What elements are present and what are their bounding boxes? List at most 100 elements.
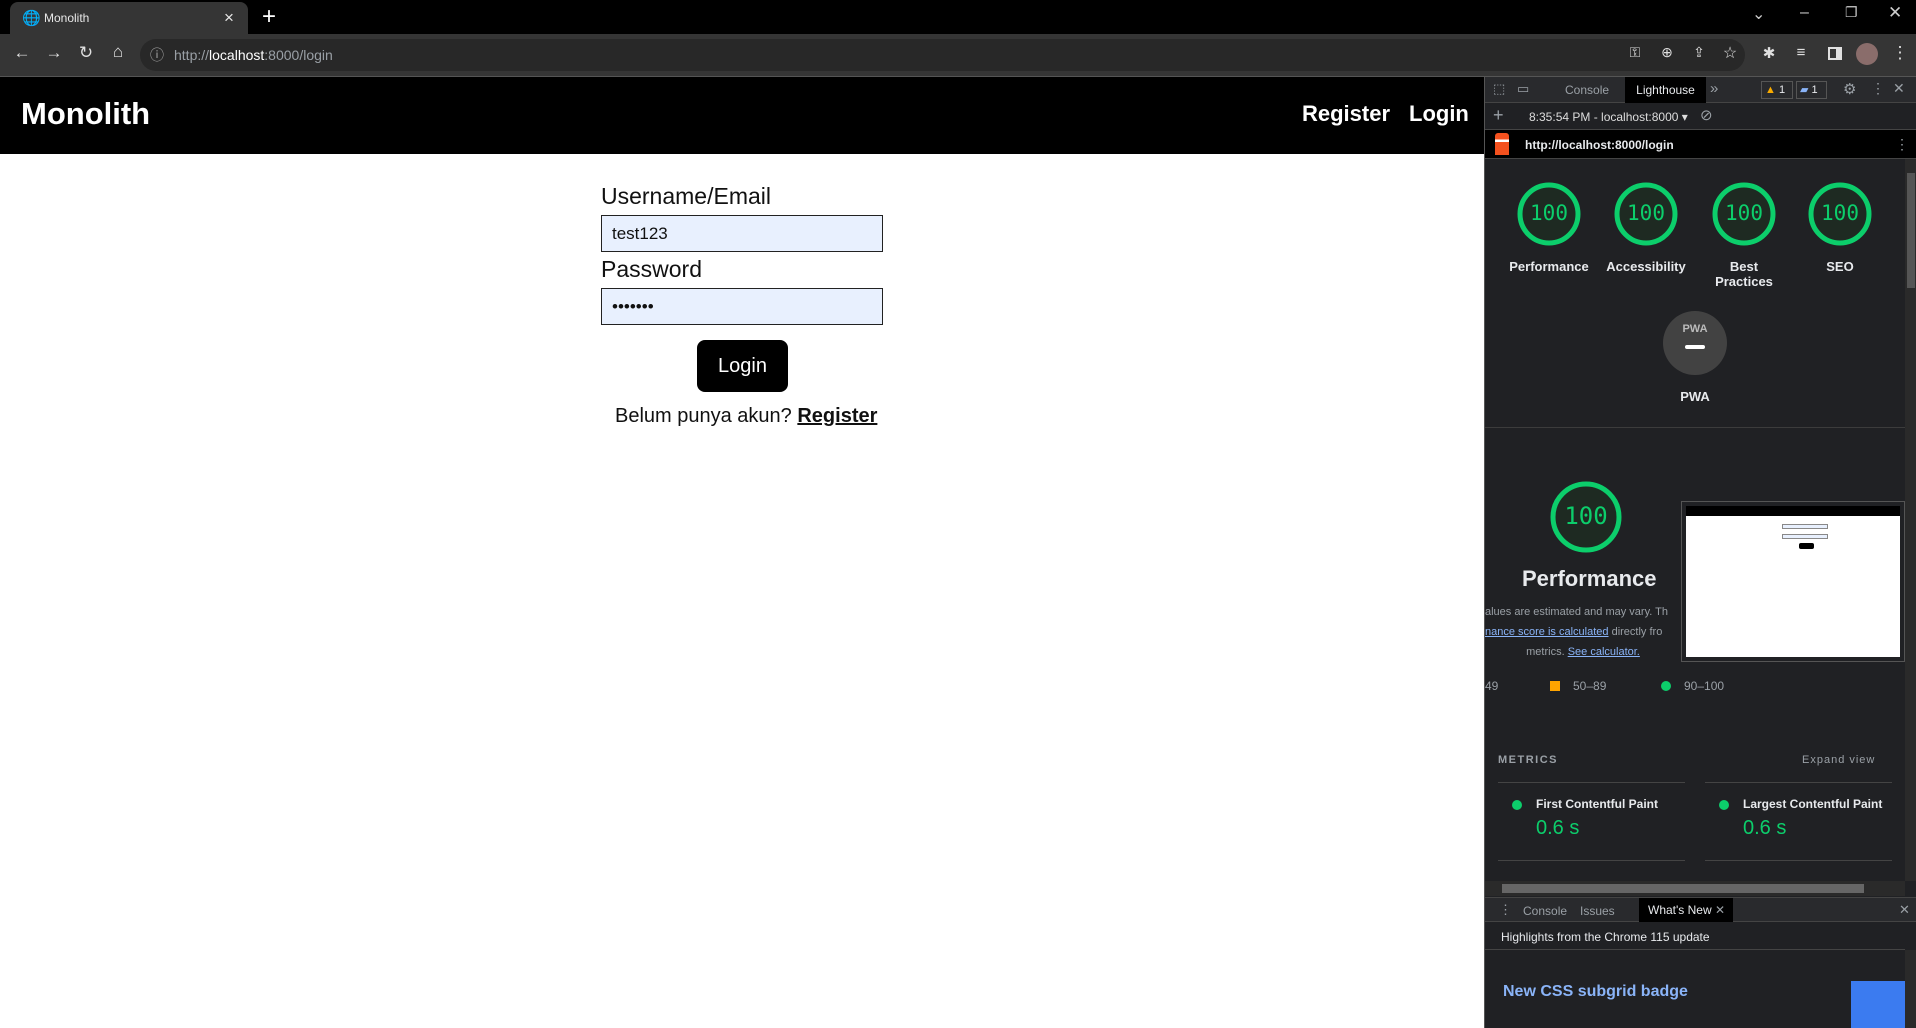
reload-icon[interactable]: ↻ <box>74 43 98 63</box>
expand-view-toggle[interactable]: Expand view <box>1802 754 1875 766</box>
report-selector[interactable]: 8:35:54 PM - localhost:8000 ▾ <box>1529 110 1688 124</box>
site-navbar: Monolith Register Login <box>0 77 1484 154</box>
forward-icon[interactable]: → <box>42 43 66 63</box>
whats-new-image <box>1851 981 1905 1028</box>
divider <box>1485 427 1905 428</box>
horizontal-scrollbar[interactable] <box>1485 881 1905 896</box>
address-bar[interactable]: ⓘ http://localhost:8000/login ⚿ ⊕ ⇪ ☆ <box>140 39 1745 71</box>
pass-dot-icon <box>1661 681 1671 691</box>
key-icon[interactable]: ⚿ <box>1623 44 1647 61</box>
score-label: Accessibility <box>1606 259 1686 274</box>
whats-new-heading[interactable]: New CSS subgrid badge <box>1503 983 1688 1001</box>
see-calculator-link[interactable]: See calculator. <box>1568 646 1640 658</box>
performance-title: Performance <box>1522 566 1657 591</box>
metric-label: Largest Contentful Paint <box>1743 797 1883 811</box>
devtools-tab-console[interactable]: Console <box>1565 83 1609 97</box>
pass-dot-icon <box>1512 800 1522 810</box>
score-value: 100 <box>1530 201 1568 225</box>
share-icon[interactable]: ⇪ <box>1687 44 1711 61</box>
tab-search-icon[interactable]: ⌄ <box>1752 4 1765 24</box>
inspect-icon[interactable]: ⬚ <box>1493 81 1505 97</box>
score-gauge[interactable]: 100 <box>1613 181 1679 247</box>
vertical-scrollbar[interactable] <box>1905 159 1916 881</box>
browser-tab-strip: 🌐 Monolith × + ⌄ – ❐ ✕ <box>0 0 1916 34</box>
settings-icon[interactable]: ⚙ <box>1843 80 1856 98</box>
site-brand[interactable]: Monolith <box>21 96 150 132</box>
register-prompt: Belum punya akun? Register <box>615 405 877 428</box>
score-gauge[interactable]: 100 <box>1711 181 1777 247</box>
star-icon[interactable]: ☆ <box>1718 43 1742 63</box>
prompt-text: Belum punya akun? <box>615 405 792 427</box>
report-menu-icon[interactable]: ⋮ <box>1895 136 1909 153</box>
username-input[interactable]: test123 <box>601 215 883 252</box>
close-window-icon[interactable]: ✕ <box>1888 3 1902 23</box>
url-text: http://localhost:8000/login <box>174 47 333 63</box>
browser-toolbar: ← → ↻ ⌂ ⓘ http://localhost:8000/login ⚿ … <box>0 34 1916 77</box>
info-icon: ⓘ <box>150 47 164 63</box>
minimize-icon[interactable]: – <box>1800 4 1809 22</box>
average-square-icon <box>1550 681 1560 691</box>
nav-register-link[interactable]: Register <box>1302 101 1390 127</box>
drawer-tab-whats-new[interactable]: What's New ✕ <box>1639 898 1733 922</box>
login-button[interactable]: Login <box>697 340 788 392</box>
devtools-panel: ⬚ ▭ Console Lighthouse » ▲ 1 ▰ 1 ⚙ ⋮ ✕ +… <box>1484 77 1916 1028</box>
side-panel-icon[interactable] <box>1828 47 1842 60</box>
device-toolbar-icon[interactable]: ▭ <box>1517 81 1529 97</box>
avatar[interactable] <box>1856 43 1878 65</box>
tab-close-icon[interactable]: × <box>224 8 234 28</box>
performance-description: alues are estimated and may vary. Th nan… <box>1485 606 1669 658</box>
more-tabs-icon[interactable]: » <box>1710 80 1718 97</box>
messages-badge[interactable]: ▰ 1 <box>1796 81 1827 99</box>
performance-big-score: 100 <box>1564 502 1608 530</box>
pwa-badge-text: PWA <box>1682 323 1708 335</box>
metric-label: First Contentful Paint <box>1536 797 1658 811</box>
legend-fail: 49 <box>1485 679 1499 693</box>
divider <box>1705 860 1892 861</box>
lighthouse-toolbar: + 8:35:54 PM - localhost:8000 ▾ ⊘ <box>1485 103 1916 130</box>
metric-value: 0.6 s <box>1536 817 1580 839</box>
register-link[interactable]: Register <box>797 405 877 427</box>
score-gauge[interactable]: 100 <box>1807 181 1873 247</box>
devtools-tab-lighthouse[interactable]: Lighthouse <box>1625 77 1706 103</box>
new-report-icon[interactable]: + <box>1493 105 1504 126</box>
score-label: SEO <box>1826 259 1854 274</box>
devtools-menu-icon[interactable]: ⋮ <box>1871 80 1885 97</box>
media-icon[interactable]: ≡ <box>1789 44 1813 61</box>
web-page: Monolith Register Login Username/Email t… <box>0 77 1484 1028</box>
new-tab-button[interactable]: + <box>262 3 276 31</box>
legend-average: 50–89 <box>1573 679 1607 693</box>
back-icon[interactable]: ← <box>10 43 34 63</box>
drawer-tab-console[interactable]: Console <box>1523 904 1567 918</box>
metric-value: 0.6 s <box>1743 817 1787 839</box>
drawer-tab-issues[interactable]: Issues <box>1580 904 1615 918</box>
pwa-label: PWA <box>1680 389 1710 404</box>
browser-tab[interactable]: 🌐 Monolith × <box>10 2 248 34</box>
clear-icon[interactable]: ⊘ <box>1700 106 1713 124</box>
extensions-icon[interactable]: ✱ <box>1757 44 1781 62</box>
score-gauge[interactable]: 100 <box>1516 181 1582 247</box>
legend-pass: 90–100 <box>1684 679 1725 693</box>
password-label: Password <box>601 256 702 282</box>
drawer-close-icon[interactable]: ✕ <box>1899 902 1910 918</box>
drawer-menu-icon[interactable]: ⋮ <box>1499 902 1512 918</box>
restore-icon[interactable]: ❐ <box>1845 4 1858 21</box>
username-label: Username/Email <box>601 183 771 209</box>
score-value: 100 <box>1627 201 1665 225</box>
home-icon[interactable]: ⌂ <box>106 42 130 62</box>
whats-new-highlight: Highlights from the Chrome 115 update <box>1485 922 1905 950</box>
devtools-close-icon[interactable]: ✕ <box>1893 80 1905 97</box>
warnings-badge[interactable]: ▲ 1 <box>1761 81 1793 99</box>
score-label: Best Practices <box>1715 259 1773 289</box>
divider <box>1498 782 1685 783</box>
score-calculated-link[interactable]: nance score is calculated <box>1485 626 1609 638</box>
pwa-badge[interactable]: PWA <box>1663 311 1727 375</box>
globe-icon: 🌐 <box>22 10 41 27</box>
devtools-tabbar: ⬚ ▭ Console Lighthouse » ▲ 1 ▰ 1 ⚙ ⋮ ✕ <box>1485 77 1916 103</box>
zoom-icon[interactable]: ⊕ <box>1655 44 1679 61</box>
report-url[interactable]: http://localhost:8000/login <box>1525 138 1674 152</box>
nav-login-link[interactable]: Login <box>1409 101 1469 127</box>
drawer-scrollbar[interactable] <box>1905 950 1916 1028</box>
score-value: 100 <box>1821 201 1859 225</box>
password-input[interactable]: ••••••• <box>601 288 883 325</box>
menu-icon[interactable]: ⋮ <box>1888 43 1912 63</box>
